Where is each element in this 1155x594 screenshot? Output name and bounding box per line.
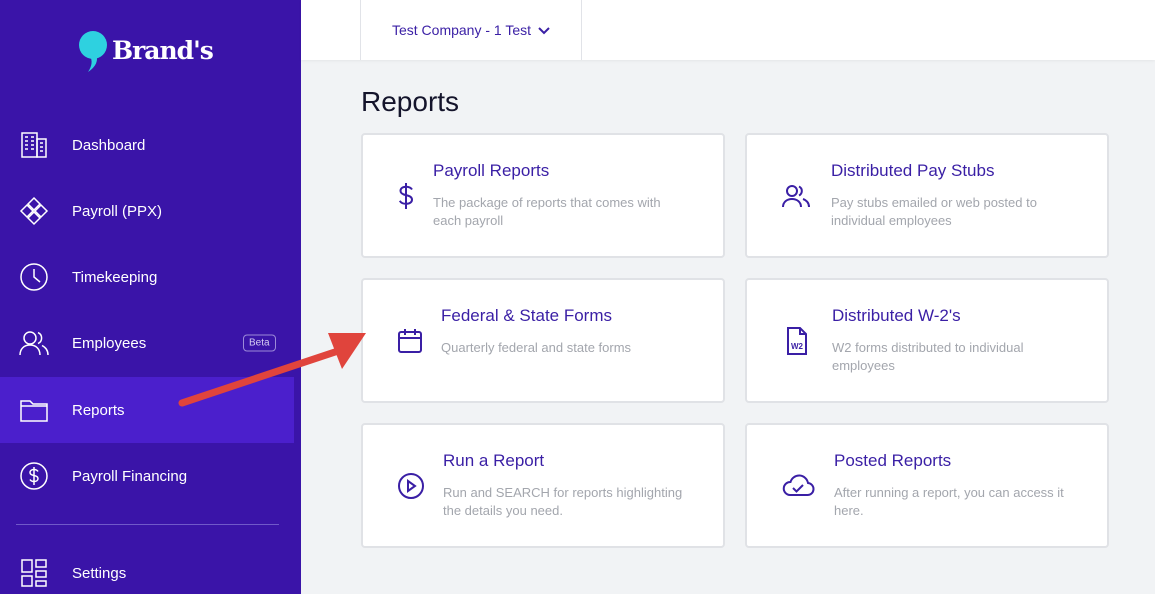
play-circle-icon	[397, 472, 425, 500]
w2-document-icon: W2	[785, 326, 809, 356]
card-title: Run a Report	[443, 451, 545, 470]
card-description: Pay stubs emailed or web posted to indiv…	[831, 195, 1037, 228]
run-a-report-card[interactable]: Run a Report Run and SEARCH for reports …	[361, 423, 725, 548]
card-description: The package of reports that comes with e…	[433, 195, 661, 228]
posted-reports-card[interactable]: Posted Reports After running a report, y…	[745, 423, 1109, 548]
sidebar: Brand's Dashboard Payroll (PPX) Timekeep…	[0, 0, 301, 594]
card-description: After running a report, you can access i…	[834, 485, 1064, 518]
calendar-icon	[397, 327, 423, 355]
diamond-grid-icon	[18, 195, 50, 227]
card-title: Federal & State Forms	[441, 306, 613, 325]
cloud-check-icon	[781, 474, 815, 498]
top-bar: Test Company - 1 Test	[301, 0, 1155, 60]
users-icon	[781, 183, 811, 209]
brand-logo[interactable]: Brand's	[78, 30, 214, 72]
svg-text:W2: W2	[791, 342, 804, 351]
users-icon	[18, 327, 50, 359]
sidebar-item-label: Payroll (PPX)	[72, 202, 163, 220]
sidebar-item-label: Payroll Financing	[72, 467, 188, 485]
clock-icon	[18, 261, 50, 293]
card-description: Run and SEARCH for reports highlighting …	[443, 485, 683, 518]
sidebar-item-settings[interactable]: Settings	[0, 540, 294, 594]
sidebar-item-timekeeping[interactable]: Timekeeping	[0, 244, 294, 310]
card-title: Distributed W-2's	[832, 306, 961, 325]
card-description: W2 forms distributed to individual emplo…	[832, 340, 1024, 373]
distributed-pay-stubs-card[interactable]: Distributed Pay Stubs Pay stubs emailed …	[745, 133, 1109, 258]
sidebar-item-label: Settings	[72, 564, 127, 582]
building-icon	[18, 129, 50, 161]
grid-icon	[18, 557, 50, 589]
federal-state-forms-card[interactable]: Federal & State Forms Quarterly federal …	[361, 278, 725, 403]
dollar-icon	[395, 181, 417, 211]
card-title: Posted Reports	[834, 451, 952, 470]
annotation-arrow-icon	[178, 333, 366, 407]
sidebar-item-label: Employees	[72, 334, 147, 352]
card-title: Distributed Pay Stubs	[831, 161, 995, 180]
brand-name: Brand's	[112, 35, 214, 65]
sidebar-divider	[16, 524, 279, 525]
sidebar-item-label: Reports	[72, 401, 125, 419]
folder-icon	[18, 394, 50, 426]
page-title: Reports	[361, 86, 460, 117]
sidebar-item-payroll-ppx[interactable]: Payroll (PPX)	[0, 178, 294, 244]
company-selector[interactable]: Test Company - 1 Test	[360, 0, 582, 60]
sidebar-item-label: Timekeeping	[72, 268, 158, 286]
payroll-reports-card[interactable]: Payroll Reports The package of reports t…	[361, 133, 725, 258]
company-name: Test Company - 1 Test	[391, 22, 532, 38]
card-description: Quarterly federal and state forms	[441, 340, 632, 355]
sidebar-item-label: Dashboard	[72, 136, 146, 154]
speech-bubble-icon	[79, 31, 107, 72]
card-title: Payroll Reports	[433, 161, 550, 180]
distributed-w2-card[interactable]: W2 Distributed W-2's W2 forms distribute…	[745, 278, 1109, 403]
dollar-circle-icon	[18, 460, 50, 492]
sidebar-item-dashboard[interactable]: Dashboard	[0, 112, 294, 178]
chevron-down-icon	[538, 22, 550, 38]
sidebar-item-payroll-financing[interactable]: Payroll Financing	[0, 443, 294, 509]
